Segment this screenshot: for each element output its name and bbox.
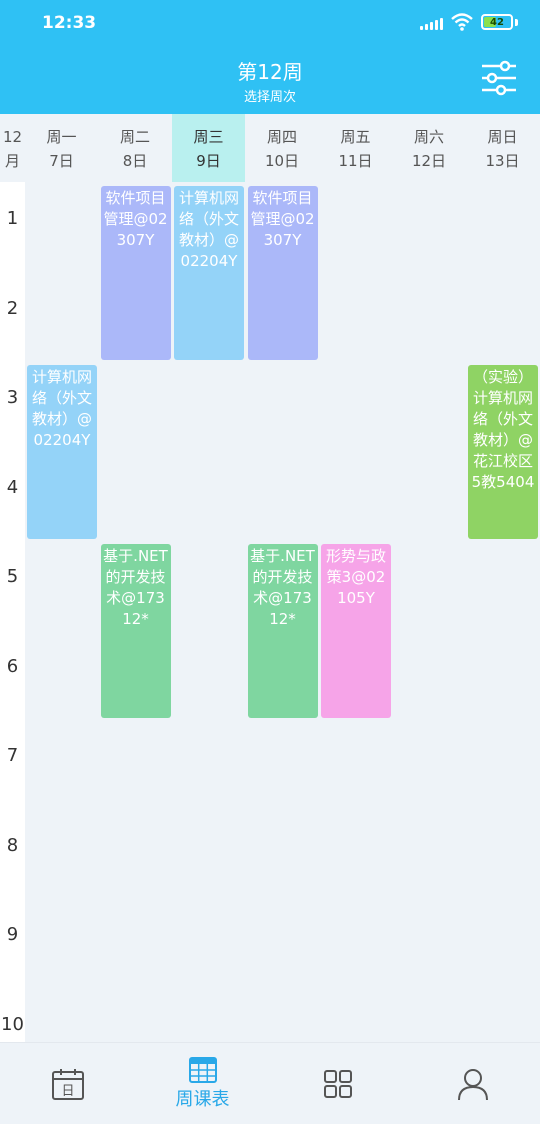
day-header-row: 12 月 周一 7日 周二 8日 周三 9日 周四 10日 周五 11日 周六 12日 周日 13日 xyxy=(0,114,540,182)
nav-apps[interactable] xyxy=(270,1043,405,1124)
period-label: 8 xyxy=(6,834,19,856)
day-date: 12日 xyxy=(411,152,447,170)
status-icons: 42 xyxy=(420,13,518,31)
day-date: 10日 xyxy=(264,152,300,170)
select-week-link[interactable]: 选择周次 xyxy=(0,86,540,105)
period-label: 9 xyxy=(6,924,19,945)
period-label: 2 xyxy=(6,297,19,319)
day-header-5: 周五 11日 xyxy=(319,114,392,182)
nav-week-table[interactable]: 周课表 xyxy=(135,1043,270,1124)
period-label: 1 xyxy=(6,208,19,229)
day-header-6: 周六 12日 xyxy=(393,114,466,182)
period-label: 7 xyxy=(6,745,19,766)
day-date: 8日 xyxy=(122,152,148,170)
apps-grid-icon xyxy=(323,1070,352,1098)
signal-icon xyxy=(420,14,443,30)
day-weekday: 周五 xyxy=(340,128,371,146)
day-header-4: 周四 10日 xyxy=(246,114,319,182)
nav-profile[interactable] xyxy=(405,1043,540,1124)
user-icon xyxy=(457,1069,488,1101)
day-weekday: 周六 xyxy=(413,128,444,146)
nav-week-table-label: 周课表 xyxy=(175,1089,230,1110)
day-weekday: 周四 xyxy=(266,128,297,146)
course-block[interactable]: （实验）计算机网络（外文教材）@花江校区5教5404 xyxy=(468,365,538,539)
nav-day-view[interactable]: 日 xyxy=(0,1043,135,1124)
settings-sliders-icon[interactable] xyxy=(480,60,518,96)
top-header: 12:33 42 第12周 选择周次 xyxy=(0,0,540,114)
day-weekday: 周二 xyxy=(119,128,150,146)
battery-level: 42 xyxy=(490,16,504,28)
period-label: 4 xyxy=(6,476,19,498)
day-header-7: 周日 13日 xyxy=(466,114,539,182)
month-label: 12 月 xyxy=(2,128,23,170)
course-block[interactable]: 计算机网络（外文教材）@02204Y xyxy=(27,365,97,539)
status-time: 12:33 xyxy=(42,13,97,33)
timetable-grid: 1 2 3 4 5 6 7 8 9 10 软件项目管理@02307Y 计算机网络（外文教材）@022… xyxy=(0,182,540,1042)
course-block[interactable]: 计算机网络（外文教材）@02204Y xyxy=(174,186,244,360)
day-header-1: 周一 7日 xyxy=(25,114,98,182)
course-block[interactable]: 软件项目管理@02307Y xyxy=(247,186,318,360)
day-header-3: 周三 9日 xyxy=(172,114,245,182)
svg-text:日: 日 xyxy=(61,1084,74,1099)
week-title[interactable]: 第12周 xyxy=(0,56,540,85)
day-weekday: 周一 xyxy=(46,128,77,146)
bottom-nav: 日 周课表 xyxy=(0,1042,540,1124)
battery-cap xyxy=(515,18,518,26)
wifi-icon xyxy=(451,13,473,31)
calendar-day-icon: 日 xyxy=(51,1069,84,1100)
course-block[interactable]: 基于.NET的开发技术@17312* xyxy=(100,544,171,718)
period-label: 3 xyxy=(6,387,19,408)
day-date: 9日 xyxy=(196,152,221,170)
day-date: 13日 xyxy=(485,152,520,170)
period-column: 1 2 3 4 5 6 7 8 9 10 xyxy=(0,182,25,1042)
day-weekday: 周日 xyxy=(487,128,518,146)
day-weekday: 周三 xyxy=(193,128,224,146)
period-label: 5 xyxy=(6,566,19,587)
week-table-icon xyxy=(188,1057,217,1083)
battery-icon: 42 xyxy=(481,14,513,30)
course-block[interactable]: 基于.NET的开发技术@17312* xyxy=(247,544,318,718)
course-block[interactable]: 形势与政策3@02105Y xyxy=(321,544,391,718)
course-block[interactable]: 软件项目管理@02307Y xyxy=(100,186,171,360)
day-header-2: 周二 8日 xyxy=(99,114,172,182)
day-date: 11日 xyxy=(338,152,373,170)
period-label: 6 xyxy=(6,655,19,677)
day-date: 7日 xyxy=(49,152,74,170)
period-label: 10 xyxy=(1,1013,24,1035)
